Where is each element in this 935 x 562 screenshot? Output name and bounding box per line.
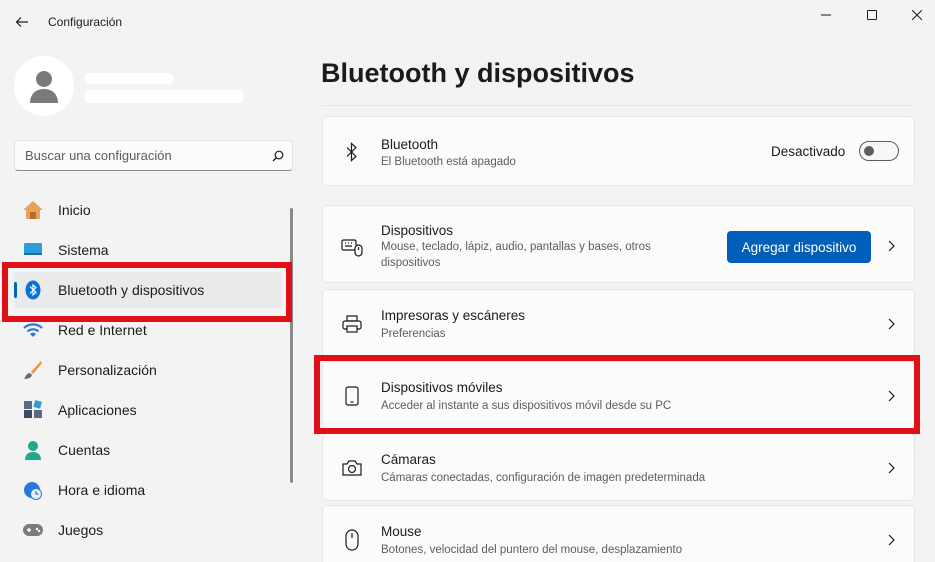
sidebar-item-label: Juegos [58, 522, 104, 538]
printer-icon [341, 313, 363, 335]
devices-subtitle: Mouse, teclado, lápiz, audio, pantallas … [381, 241, 651, 269]
sidebar-item-label: Sistema [58, 242, 109, 258]
sidebar-scrollbar[interactable] [290, 208, 293, 483]
mobile-devices-card[interactable]: Dispositivos móviles Acceder al instante… [322, 361, 915, 429]
wifi-icon [22, 319, 44, 341]
sidebar-item-bluetooth[interactable]: Bluetooth y dispositivos [14, 272, 282, 308]
sidebar-item-hora[interactable]: Hora e idioma [14, 472, 282, 508]
avatar[interactable] [14, 56, 74, 116]
camera-icon [341, 457, 363, 479]
sidebar-item-sistema[interactable]: Sistema [14, 232, 282, 268]
user-email-redacted [84, 90, 244, 103]
bluetooth-title: Bluetooth [381, 137, 439, 152]
arrow-left-icon [15, 17, 28, 27]
maximize-icon [867, 10, 877, 20]
monitor-icon [22, 239, 44, 261]
bluetooth-state-label: Desactivado [771, 144, 846, 159]
sidebar-item-label: Inicio [58, 202, 91, 218]
mouse-subtitle: Botones, velocidad del puntero del mouse… [381, 544, 683, 556]
sidebar-item-inicio[interactable]: Inicio [14, 192, 282, 228]
cameras-subtitle: Cámaras conectadas, configuración de ima… [381, 472, 706, 484]
sidebar-item-personalizacion[interactable]: Personalización [14, 352, 282, 388]
sidebar-item-label: Hora e idioma [58, 482, 146, 498]
cameras-title: Cámaras [381, 452, 436, 467]
bluetooth-icon [341, 141, 363, 163]
printers-subtitle: Preferencias [381, 328, 446, 340]
phone-icon [341, 385, 363, 407]
cameras-card[interactable]: Cámaras Cámaras conectadas, configuració… [322, 433, 915, 501]
gamepad-icon [22, 519, 44, 541]
home-icon [22, 199, 44, 221]
mouse-card[interactable]: Mouse Botones, velocidad del puntero del… [322, 505, 915, 562]
mouse-icon [341, 529, 363, 551]
sidebar-item-label: Personalización [58, 362, 157, 378]
close-button[interactable] [894, 0, 935, 30]
app-title: Configuración [48, 15, 123, 29]
mobile-devices-subtitle: Acceder al instante a sus dispositivos m… [381, 400, 672, 412]
sidebar-nav: Inicio Sistema Bluetooth y dispositivos … [14, 192, 282, 552]
sidebar-item-juegos[interactable]: Juegos [14, 512, 282, 548]
chevron-right-icon [883, 388, 899, 404]
close-icon [912, 10, 922, 20]
bluetooth-subtitle: El Bluetooth está apagado [381, 156, 516, 168]
sidebar-item-label: Cuentas [58, 442, 111, 458]
bluetooth-icon [22, 279, 44, 301]
mouse-title: Mouse [381, 524, 422, 539]
search-icon[interactable] [264, 150, 292, 162]
add-device-button[interactable]: Agregar dispositivo [727, 231, 871, 263]
back-button[interactable] [8, 8, 36, 36]
toggle-knob [864, 146, 874, 156]
sidebar-item-label: Bluetooth y dispositivos [58, 282, 205, 298]
sidebar-item-label: Red e Internet [58, 322, 147, 338]
minimize-button[interactable] [803, 0, 849, 30]
chevron-right-icon [883, 316, 899, 332]
minimize-icon [821, 14, 831, 16]
brush-icon [22, 359, 44, 381]
title-bar: Configuración [0, 0, 935, 44]
search-box [14, 140, 293, 171]
sidebar-item-aplicaciones[interactable]: Aplicaciones [14, 392, 282, 428]
apps-icon [22, 399, 44, 421]
chevron-right-icon [883, 238, 899, 254]
content-divider [322, 103, 914, 106]
printers-title: Impresoras y escáneres [381, 308, 526, 323]
chevron-right-icon [883, 532, 899, 548]
maximize-button[interactable] [849, 0, 895, 30]
search-input[interactable] [15, 141, 264, 170]
account-icon [22, 439, 44, 461]
sidebar-item-label: Aplicaciones [58, 402, 137, 418]
bluetooth-toggle[interactable] [859, 141, 899, 161]
sidebar-item-red[interactable]: Red e Internet [14, 312, 282, 348]
user-icon [30, 71, 58, 103]
bluetooth-card: Bluetooth El Bluetooth está apagado Desa… [322, 116, 915, 186]
devices-card[interactable]: Dispositivos Mouse, teclado, lápiz, audi… [322, 205, 915, 283]
keyboard-mouse-icon [341, 236, 363, 258]
chevron-right-icon [883, 460, 899, 476]
clock-globe-icon [22, 479, 44, 501]
sidebar-item-cuentas[interactable]: Cuentas [14, 432, 282, 468]
devices-title: Dispositivos [381, 223, 454, 238]
user-name-redacted [84, 73, 174, 84]
mobile-devices-title: Dispositivos móviles [381, 380, 503, 395]
printers-card[interactable]: Impresoras y escáneres Preferencias [322, 289, 915, 357]
page-title: Bluetooth y dispositivos [321, 58, 635, 88]
